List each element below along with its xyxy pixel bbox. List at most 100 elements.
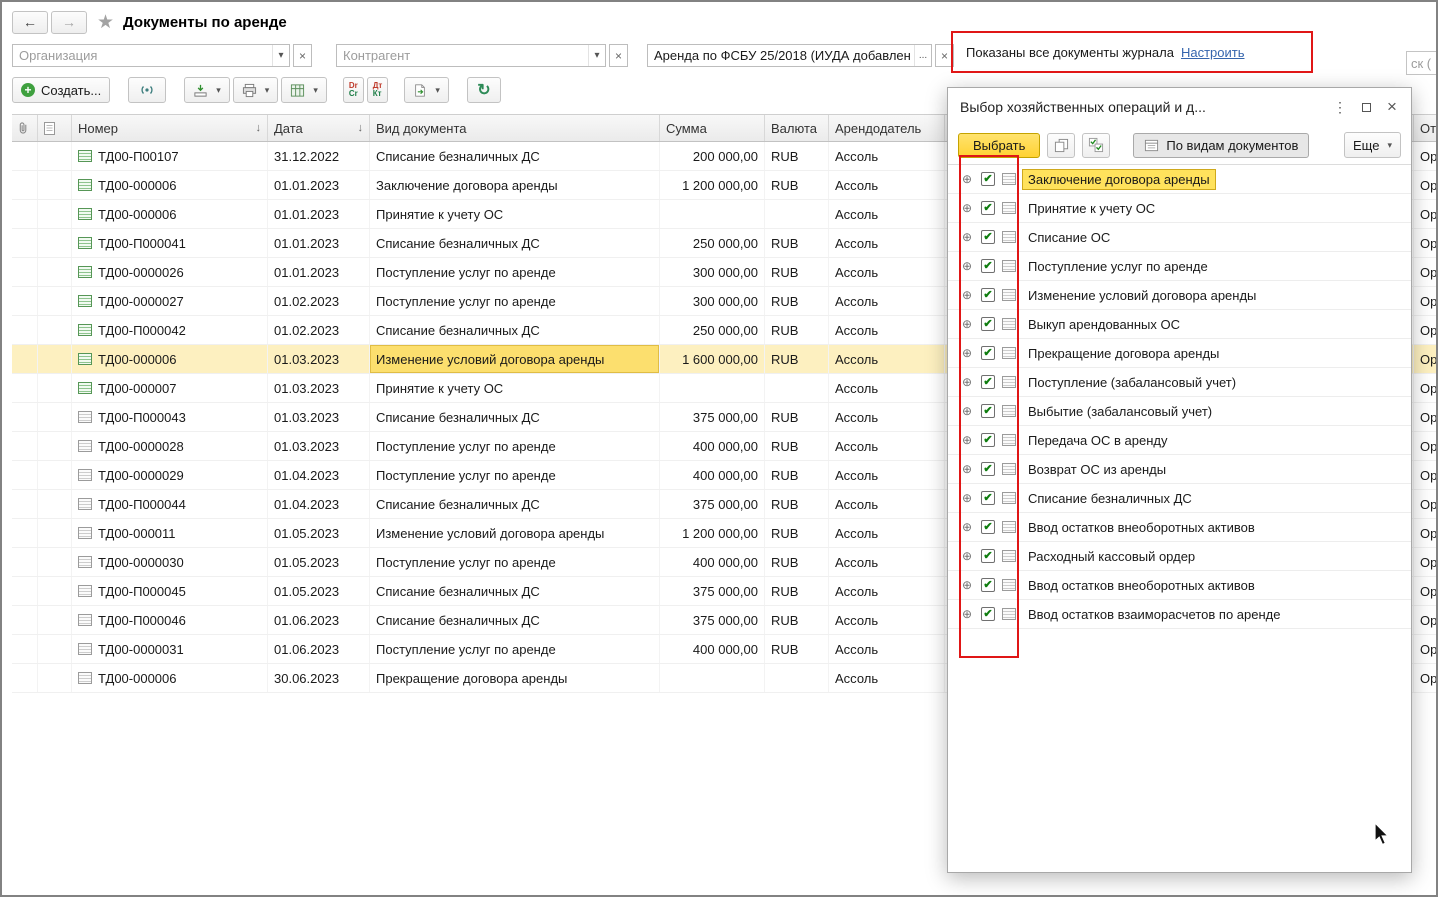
document-currency-cell[interactable] xyxy=(765,664,829,692)
operation-list-item[interactable]: ⊕✔Ввод остатков внеоборотных активов xyxy=(948,513,1411,542)
expand-icon[interactable]: ⊕ xyxy=(960,317,974,331)
document-type-cell[interactable]: Списание безналичных ДС xyxy=(370,577,660,605)
operation-checkbox[interactable]: ✔ xyxy=(981,201,995,215)
operation-list-item[interactable]: ⊕✔Поступление услуг по аренде xyxy=(948,252,1411,281)
document-responsible-cell[interactable]: Орпо xyxy=(1414,606,1438,634)
operation-label[interactable]: Поступление (забалансовый учет) xyxy=(1023,373,1241,392)
document-date-cell[interactable]: 01.03.2023 xyxy=(268,374,370,402)
document-lessor-cell[interactable]: Ассоль xyxy=(829,577,945,605)
document-amount-cell[interactable]: 400 000,00 xyxy=(660,548,765,576)
document-date-cell[interactable]: 01.06.2023 xyxy=(268,635,370,663)
document-currency-cell[interactable]: RUB xyxy=(765,519,829,547)
document-date-cell[interactable]: 01.06.2023 xyxy=(268,606,370,634)
by-doc-types-toggle[interactable]: По видам документов xyxy=(1133,133,1309,158)
expand-icon[interactable]: ⊕ xyxy=(960,259,974,273)
document-lessor-cell[interactable]: Ассоль xyxy=(829,664,945,692)
document-date-cell[interactable]: 01.01.2023 xyxy=(268,258,370,286)
document-lessor-cell[interactable]: Ассоль xyxy=(829,374,945,402)
document-lessor-cell[interactable]: Ассоль xyxy=(829,229,945,257)
document-responsible-cell[interactable]: Орпо xyxy=(1414,403,1438,431)
document-lessor-cell[interactable]: Ассоль xyxy=(829,403,945,431)
document-amount-cell[interactable]: 375 000,00 xyxy=(660,606,765,634)
document-amount-cell[interactable]: 250 000,00 xyxy=(660,316,765,344)
document-responsible-cell[interactable]: Орпо xyxy=(1414,142,1438,170)
document-currency-cell[interactable]: RUB xyxy=(765,258,829,286)
document-type-cell[interactable]: Изменение условий договора аренды xyxy=(370,519,660,547)
document-number-cell[interactable]: ТД00-000006 xyxy=(72,200,268,228)
document-number-cell[interactable]: ТД00-П000044 xyxy=(72,490,268,518)
journal-clear-button[interactable]: × xyxy=(935,44,954,67)
document-responsible-cell[interactable]: Орпо xyxy=(1414,345,1438,373)
chevron-down-icon[interactable]: ▾ xyxy=(272,45,289,66)
document-date-cell[interactable]: 01.02.2023 xyxy=(268,316,370,344)
document-number-cell[interactable]: ТД00-0000031 xyxy=(72,635,268,663)
document-responsible-cell[interactable]: Орпо xyxy=(1414,461,1438,489)
document-type-cell[interactable]: Списание безналичных ДС xyxy=(370,490,660,518)
organization-filter[interactable]: Организация ▾ xyxy=(12,44,290,67)
dialog-title-bar[interactable]: Выбор хозяйственных операций и д... ⋮ × xyxy=(948,88,1411,126)
column-header-responsible[interactable]: Отве xyxy=(1414,115,1438,141)
document-lessor-cell[interactable]: Ассоль xyxy=(829,258,945,286)
select-button[interactable]: Выбрать xyxy=(958,133,1040,158)
counterparty-filter[interactable]: Контрагент ▾ xyxy=(336,44,606,67)
document-lessor-cell[interactable]: Ассоль xyxy=(829,171,945,199)
document-amount-cell[interactable]: 375 000,00 xyxy=(660,577,765,605)
operation-label[interactable]: Расходный кассовый ордер xyxy=(1023,547,1200,566)
document-number-cell[interactable]: ТД00-000007 xyxy=(72,374,268,402)
expand-icon[interactable]: ⊕ xyxy=(960,375,974,389)
document-type-cell[interactable]: Списание безналичных ДС xyxy=(370,229,660,257)
document-type-cell[interactable]: Поступление услуг по аренде xyxy=(370,258,660,286)
document-responsible-cell[interactable]: Орпо xyxy=(1414,664,1438,692)
document-currency-cell[interactable]: RUB xyxy=(765,490,829,518)
operation-checkbox[interactable]: ✔ xyxy=(981,549,995,563)
document-number-cell[interactable]: ТД00-0000027 xyxy=(72,287,268,315)
document-number-cell[interactable]: ТД00-П000042 xyxy=(72,316,268,344)
document-currency-cell[interactable]: RUB xyxy=(765,548,829,576)
document-type-cell[interactable]: Заключение договора аренды xyxy=(370,171,660,199)
operation-checkbox[interactable]: ✔ xyxy=(981,346,995,360)
operation-checkbox[interactable]: ✔ xyxy=(981,520,995,534)
operation-list-item[interactable]: ⊕✔Ввод остатков внеоборотных активов xyxy=(948,571,1411,600)
document-number-cell[interactable]: ТД00-П000043 xyxy=(72,403,268,431)
document-amount-cell[interactable]: 1 600 000,00 xyxy=(660,345,765,373)
column-header-lessor[interactable]: Арендодатель xyxy=(829,115,945,141)
dialog-close-button[interactable]: × xyxy=(1379,95,1405,119)
operation-list-item[interactable]: ⊕✔Ввод остатков взаиморасчетов по аренде xyxy=(948,600,1411,629)
document-number-cell[interactable]: ТД00-000006 xyxy=(72,171,268,199)
operation-list-item[interactable]: ⊕✔Передача ОС в аренду xyxy=(948,426,1411,455)
document-number-cell[interactable]: ТД00-000006 xyxy=(72,664,268,692)
operation-checkbox[interactable]: ✔ xyxy=(981,317,995,331)
document-lessor-cell[interactable]: Ассоль xyxy=(829,200,945,228)
operation-checkbox[interactable]: ✔ xyxy=(981,404,995,418)
expand-icon[interactable]: ⊕ xyxy=(960,491,974,505)
counterparty-clear-button[interactable]: × xyxy=(609,44,628,67)
document-date-cell[interactable]: 01.02.2023 xyxy=(268,287,370,315)
document-currency-cell[interactable]: RUB xyxy=(765,432,829,460)
document-currency-cell[interactable]: RUB xyxy=(765,345,829,373)
document-amount-cell[interactable] xyxy=(660,664,765,692)
document-number-cell[interactable]: ТД00-П000046 xyxy=(72,606,268,634)
operation-label[interactable]: Возврат ОС из аренды xyxy=(1023,460,1171,479)
operation-checkbox[interactable]: ✔ xyxy=(981,491,995,505)
expand-icon[interactable]: ⊕ xyxy=(960,462,974,476)
document-lessor-cell[interactable]: Ассоль xyxy=(829,432,945,460)
document-lessor-cell[interactable]: Ассоль xyxy=(829,490,945,518)
document-responsible-cell[interactable]: Орпо xyxy=(1414,519,1438,547)
refresh-button[interactable]: ↻ xyxy=(467,77,501,103)
document-lessor-cell[interactable]: Ассоль xyxy=(829,519,945,547)
document-amount-cell[interactable]: 400 000,00 xyxy=(660,635,765,663)
document-currency-cell[interactable]: RUB xyxy=(765,171,829,199)
check-all-button[interactable] xyxy=(1082,133,1110,158)
document-date-cell[interactable]: 31.12.2022 xyxy=(268,142,370,170)
file-split-button[interactable]: ▾ xyxy=(404,77,449,103)
document-number-cell[interactable]: ТД00-П000041 xyxy=(72,229,268,257)
operation-list-item[interactable]: ⊕✔Расходный кассовый ордер xyxy=(948,542,1411,571)
forward-button[interactable]: → xyxy=(51,11,87,34)
document-responsible-cell[interactable]: Орпо xyxy=(1414,374,1438,402)
expand-icon[interactable]: ⊕ xyxy=(960,520,974,534)
document-lessor-cell[interactable]: Ассоль xyxy=(829,345,945,373)
document-currency-cell[interactable]: RUB xyxy=(765,606,829,634)
document-amount-cell[interactable]: 200 000,00 xyxy=(660,142,765,170)
document-amount-cell[interactable]: 400 000,00 xyxy=(660,461,765,489)
operation-label[interactable]: Выбытие (забалансовый учет) xyxy=(1023,402,1217,421)
